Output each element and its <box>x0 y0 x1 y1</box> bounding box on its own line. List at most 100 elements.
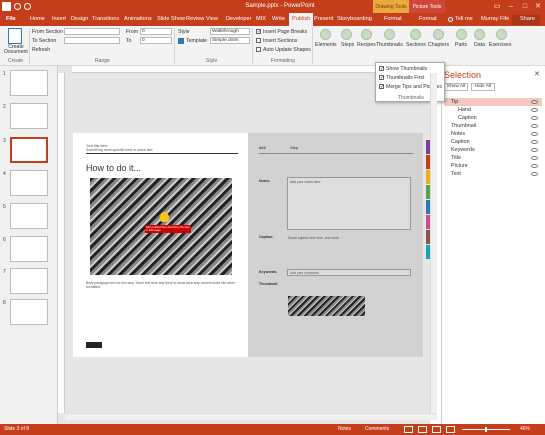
undo-icon[interactable] <box>14 3 21 10</box>
slide-thumbnail[interactable] <box>10 268 48 294</box>
slide-right-page[interactable] <box>248 133 423 357</box>
recipes-icon[interactable] <box>361 29 372 40</box>
slideshow-icon[interactable] <box>446 426 455 433</box>
elements-button[interactable]: Elements <box>315 42 337 48</box>
tab-format-drawing[interactable]: Format <box>384 13 402 26</box>
selection-item-keywords[interactable]: Keywords <box>444 146 542 154</box>
tab-mix[interactable]: MIX <box>256 13 266 26</box>
keywords-box[interactable]: Add your keywords <box>287 269 411 276</box>
template-select[interactable]: Simple.dotm <box>210 37 250 44</box>
visibility-eye-icon[interactable] <box>531 148 538 152</box>
elements-icon[interactable] <box>320 29 331 40</box>
refresh-button[interactable]: Refresh <box>32 47 50 53</box>
comments-button[interactable]: Comments <box>365 424 389 435</box>
selection-item-picture[interactable]: Picture <box>444 162 542 170</box>
hand-icon[interactable] <box>160 212 169 222</box>
tab-view[interactable]: View <box>206 13 218 26</box>
user-name[interactable]: Murray Fife <box>481 13 509 26</box>
selection-item-caption[interactable]: Caption <box>444 138 542 146</box>
slide-thumbnail[interactable] <box>10 236 48 262</box>
tab-insert[interactable]: Insert <box>52 13 66 26</box>
create-document-button[interactable]: Create Document <box>2 44 30 55</box>
visibility-eye-icon[interactable] <box>531 108 538 112</box>
show-all-button[interactable]: Show All <box>444 83 468 91</box>
close-icon[interactable]: ✕ <box>531 1 545 12</box>
thumbnails-button[interactable]: Thumbnails <box>376 42 403 48</box>
steps-icon[interactable] <box>341 29 352 40</box>
selection-close-icon[interactable]: ✕ <box>534 70 540 78</box>
tab-publish[interactable]: Publish <box>289 13 314 26</box>
selection-item-tip[interactable]: Tip <box>444 98 542 106</box>
from-section-select[interactable] <box>64 28 120 35</box>
selection-item-hand[interactable]: Hand <box>444 106 542 114</box>
horizontal-scrollbar[interactable] <box>65 413 437 420</box>
visibility-eye-icon[interactable] <box>531 116 538 120</box>
selection-item-thumbnail[interactable]: Thumbnail <box>444 122 542 130</box>
slide-sorter-icon[interactable] <box>418 426 427 433</box>
maximize-icon[interactable]: □ <box>518 1 532 12</box>
create-document-icon[interactable] <box>8 28 22 44</box>
data-icon[interactable] <box>474 29 485 40</box>
tab-present[interactable]: Present <box>314 13 333 26</box>
sections-button[interactable]: Sections <box>406 42 426 48</box>
tab-storyboarding[interactable]: Storyboarding <box>337 13 372 26</box>
slide-header-line2[interactable]: Something more specific here or some tex… <box>86 148 153 152</box>
normal-view-icon[interactable] <box>404 426 413 433</box>
caption-text[interactable]: Some caption text here, and more <box>288 236 339 240</box>
visibility-eye-icon[interactable] <box>531 124 538 128</box>
tab-file[interactable]: File <box>2 13 20 26</box>
exercises-icon[interactable] <box>496 29 507 40</box>
tab-format-picture[interactable]: Format <box>419 13 437 26</box>
slide-thumbnail[interactable] <box>10 203 48 229</box>
show-thumbnails-label[interactable]: Show Thumbnails <box>386 66 427 72</box>
hide-all-button[interactable]: Hide All <box>471 83 495 91</box>
slide-body-text[interactable]: Body paragraph text for this step. Some … <box>86 281 238 289</box>
auto-update-shapes-checkbox[interactable] <box>256 47 261 52</box>
reading-view-icon[interactable] <box>432 426 441 433</box>
slide-thumbnail[interactable] <box>10 70 48 96</box>
notes-box[interactable]: Add your notes here <box>287 177 411 230</box>
vertical-scrollbar[interactable] <box>430 73 437 413</box>
to-section-select[interactable] <box>64 37 120 44</box>
from-input[interactable]: 0 <box>140 28 172 35</box>
insert-sections-checkbox[interactable] <box>256 38 261 43</box>
data-button[interactable]: Data <box>474 42 485 48</box>
merge-tips-checkbox[interactable]: ✓ <box>379 84 384 90</box>
ribbon-display-icon[interactable]: ▭ <box>490 1 504 12</box>
tab-write[interactable]: Write <box>272 13 285 26</box>
exercises-button[interactable]: Exercises <box>489 42 512 48</box>
steps-button[interactable]: Steps <box>341 42 354 48</box>
save-icon[interactable] <box>2 2 11 11</box>
to-input[interactable]: 0 <box>140 37 172 44</box>
slide-thumbnail[interactable] <box>10 170 48 196</box>
from-section-button[interactable]: From Section <box>32 29 63 35</box>
visibility-eye-icon[interactable] <box>531 156 538 160</box>
step-title[interactable]: Step <box>290 145 298 150</box>
selection-item-notes[interactable]: Notes <box>444 130 542 138</box>
step-number-header[interactable]: ### <box>259 145 266 150</box>
slide-thumbnail[interactable] <box>10 103 48 129</box>
thumbnails-icon[interactable] <box>384 29 395 40</box>
selection-item-title[interactable]: Title <box>444 154 542 162</box>
zoom-level[interactable]: 46% <box>520 424 530 435</box>
thumbnails-first-checkbox[interactable]: ✓ <box>379 75 384 81</box>
show-thumbnails-checkbox[interactable]: ✓ <box>379 66 384 72</box>
parts-button[interactable]: Parts <box>455 42 467 48</box>
selection-item-caption-nested[interactable]: Caption <box>444 114 542 122</box>
redo-icon[interactable] <box>24 3 31 10</box>
tab-animations[interactable]: Animations <box>124 13 152 26</box>
tip-callout[interactable]: Add a callout here describing the step i… <box>145 225 191 233</box>
visibility-eye-icon[interactable] <box>531 100 538 104</box>
tab-developer[interactable]: Developer <box>226 13 252 26</box>
recipes-button[interactable]: Recipes <box>357 42 376 48</box>
tab-transitions[interactable]: Transitions <box>92 13 119 26</box>
visibility-eye-icon[interactable] <box>531 132 538 136</box>
zoom-slider-thumb[interactable] <box>485 427 487 432</box>
visibility-eye-icon[interactable] <box>531 172 538 176</box>
slide-thumbnail[interactable] <box>10 299 48 325</box>
selection-item-text[interactable]: Text <box>444 170 542 178</box>
thumbnail-picture[interactable] <box>288 296 365 316</box>
slide-heading[interactable]: How to do it... <box>86 163 141 173</box>
thumbnails-first-label[interactable]: Thumbnails First <box>386 75 424 81</box>
notes-button[interactable]: Notes <box>338 424 351 435</box>
